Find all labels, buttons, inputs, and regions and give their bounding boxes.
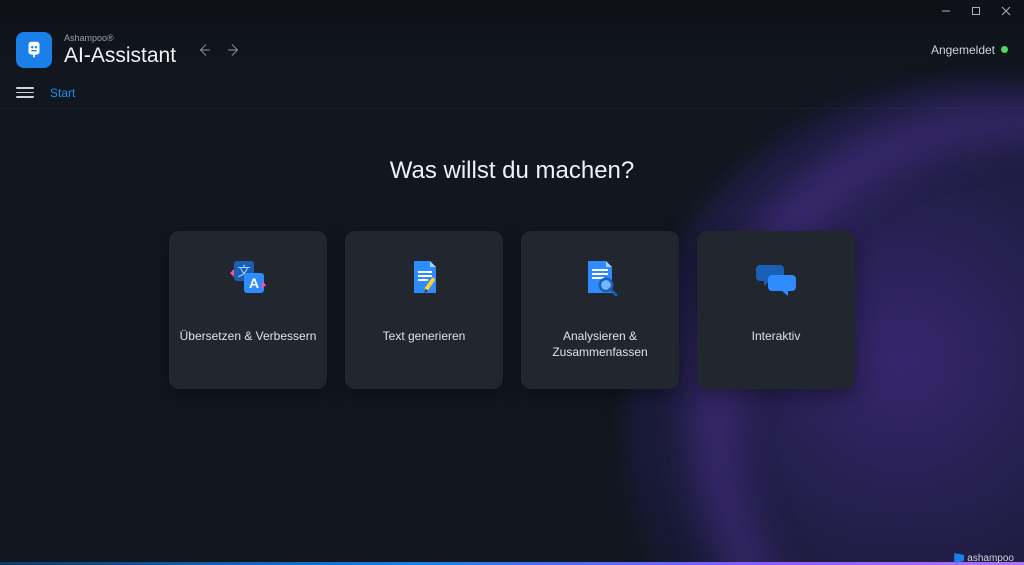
app-title-group: Ashampoo® AI-Assistant [64,34,176,66]
status-indicator-icon [1001,46,1008,53]
brand-label: Ashampoo® [64,34,176,43]
card-translate-improve[interactable]: 文 A Übersetzen & Verbessern [169,231,327,389]
nav-forward-button[interactable] [224,40,244,60]
app-title: AI-Assistant [64,45,176,66]
card-label: Interaktiv [742,329,811,345]
nav-arrows [194,40,244,60]
card-analyze-summarize[interactable]: Analysieren & Zusammenfassen [521,231,679,389]
footer-brand-label: ashampoo [967,553,1014,564]
ai-head-icon [23,39,45,61]
app-header: Ashampoo® AI-Assistant Angemeldet [0,22,1024,77]
window-titlebar [0,0,1024,22]
document-search-icon [576,255,624,303]
close-icon [1001,6,1011,16]
card-text-generate[interactable]: Text generieren [345,231,503,389]
window-close-button[interactable] [994,2,1018,20]
window-maximize-button[interactable] [964,2,988,20]
ashampoo-flag-icon [954,553,964,563]
document-edit-icon [400,255,448,303]
login-status: Angemeldet [931,43,1008,57]
card-label: Analysieren & Zusammenfassen [521,329,679,360]
breadcrumb-start[interactable]: Start [50,86,75,100]
menu-button[interactable] [16,84,34,102]
login-status-label: Angemeldet [931,43,995,57]
footer: ashampoo [0,551,1024,565]
svg-text:A: A [249,275,259,291]
footer-brand: ashampoo [954,553,1014,564]
app-logo [16,32,52,68]
nav-back-button[interactable] [194,40,214,60]
card-label: Übersetzen & Verbessern [170,329,327,345]
chat-icon [752,255,800,303]
translate-icon: 文 A [224,255,272,303]
arrow-right-icon [227,43,241,57]
main-content: Was willst du machen? 文 A Übersetzen & V… [0,109,1024,389]
window-minimize-button[interactable] [934,2,958,20]
card-interactive[interactable]: Interaktiv [697,231,855,389]
page-prompt: Was willst du machen? [0,157,1024,185]
action-cards: 文 A Übersetzen & Verbessern [0,231,1024,389]
breadcrumb-row: Start [0,77,1024,109]
maximize-icon [971,6,981,16]
arrow-left-icon [197,43,211,57]
minimize-icon [941,6,951,16]
card-label: Text generieren [373,329,476,345]
